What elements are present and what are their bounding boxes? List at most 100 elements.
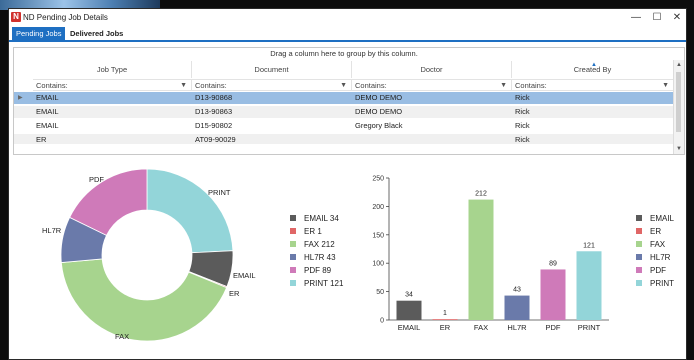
legend-swatch [290, 267, 296, 273]
legend-item-fax[interactable]: FAX 212 [290, 239, 343, 252]
group-panel-hint[interactable]: Drag a column here to group by this colu… [14, 48, 674, 60]
legend-label: PDF 89 [304, 266, 332, 275]
y-tick-label: 100 [372, 261, 384, 268]
cell-doctor: DEMO DEMO [355, 93, 403, 102]
table-row[interactable]: ▶ EMAIL D13-90868 DEMO DEMO Rick [14, 92, 674, 104]
legend-swatch [636, 241, 642, 247]
bar-value-label: 43 [513, 287, 521, 294]
cell-job-type: ER [36, 135, 47, 144]
cell-doctor [352, 134, 512, 144]
cell-created-by: Rick [515, 93, 530, 102]
donut-label-print: PRINT [208, 188, 231, 197]
tab-delivered-jobs[interactable]: Delivered Jobs [66, 27, 127, 40]
legend-item-fax[interactable]: FAX [636, 239, 674, 252]
maximize-button[interactable]: ☐ [646, 11, 668, 25]
legend-item-er[interactable]: ER [636, 226, 674, 239]
y-tick-label: 250 [372, 176, 384, 183]
donut-slice-print[interactable] [146, 168, 234, 254]
legend-swatch [636, 215, 642, 221]
bar-pdf[interactable] [540, 269, 566, 320]
funnel-icon[interactable]: ▼ [340, 80, 347, 92]
legend-label: HL7R 43 [304, 253, 336, 262]
filter-created-by[interactable]: Contains: ▼ [512, 79, 674, 91]
legend-label: HL7R [650, 253, 671, 262]
donut-label-email: EMAIL [233, 271, 256, 280]
legend-item-pdf[interactable]: PDF [636, 265, 674, 278]
legend-item-email[interactable]: EMAIL 34 [290, 213, 343, 226]
column-header-document[interactable]: Document [192, 61, 352, 78]
legend-label: ER 1 [304, 227, 322, 236]
column-header-job-type[interactable]: Job Type [33, 61, 192, 78]
funnel-icon[interactable]: ▼ [180, 80, 187, 92]
table-row[interactable]: EMAIL D15-90802 Gregory Black Rick [14, 120, 674, 132]
legend-label: FAX 212 [304, 240, 335, 249]
legend-item-pdf[interactable]: PDF 89 [290, 265, 343, 278]
table-row[interactable]: ER AT09-90029 Rick [14, 134, 674, 144]
legend-swatch [290, 241, 296, 247]
cell-document: D13-90863 [195, 107, 233, 116]
scroll-up-icon[interactable]: ▲ [674, 60, 684, 70]
legend-swatch [290, 280, 296, 286]
legend-swatch [636, 267, 642, 273]
legend-swatch [290, 228, 296, 234]
x-tick-label: ER [440, 323, 451, 332]
legend-item-hl7r[interactable]: HL7R 43 [290, 252, 343, 265]
funnel-icon[interactable]: ▼ [662, 80, 669, 92]
cell-document: AT09-90029 [195, 135, 236, 144]
legend-item-er[interactable]: ER 1 [290, 226, 343, 239]
legend-label: ER [650, 227, 662, 236]
scrollbar-thumb[interactable] [676, 72, 681, 132]
legend-swatch [290, 254, 296, 260]
window-title: ND Pending Job Details [23, 13, 108, 22]
legend-item-print[interactable]: PRINT 121 [290, 278, 343, 291]
x-tick-label: FAX [474, 323, 488, 332]
filter-document[interactable]: Contains: ▼ [192, 79, 352, 91]
funnel-icon[interactable]: ▼ [500, 80, 507, 92]
legend-label: FAX [650, 240, 666, 249]
bar-value-label: 212 [475, 191, 487, 198]
bar-email[interactable] [396, 300, 422, 320]
filter-job-type[interactable]: Contains: ▼ [33, 79, 192, 91]
donut-label-er: ER [229, 289, 240, 298]
bar-hl7r[interactable] [504, 295, 530, 320]
filter-label: Contains: [195, 81, 227, 90]
cell-created-by: Rick [515, 121, 530, 130]
bar-value-label: 1 [443, 310, 447, 317]
bar-print[interactable] [576, 251, 602, 320]
legend-swatch [636, 254, 642, 260]
vertical-scrollbar[interactable]: ▲ ▼ [673, 60, 684, 154]
bar-value-label: 34 [405, 292, 413, 299]
cell-doctor: Gregory Black [355, 121, 403, 130]
x-tick-label: HL7R [507, 323, 527, 332]
bar-chart: 0 50 100 150 200 250 34 EMAIL 1 ER 212 FAX 43 HL7R 89 P… [372, 176, 609, 332]
table-row[interactable]: EMAIL D13-90863 DEMO DEMO Rick [14, 106, 674, 118]
close-button[interactable]: ✕ [666, 11, 688, 25]
cell-job-type: EMAIL [36, 93, 59, 102]
scroll-down-icon[interactable]: ▼ [674, 144, 684, 154]
sort-ascending-icon: ▲ [591, 62, 597, 68]
tab-pending-jobs[interactable]: Pending Jobs [12, 27, 66, 40]
legend-label: PRINT 121 [304, 279, 344, 288]
title-bar: N ND Pending Job Details — ☐ ✕ [9, 9, 686, 27]
minimize-button[interactable]: — [625, 11, 647, 25]
cell-job-type: EMAIL [36, 107, 59, 116]
current-row-icon: ▶ [18, 95, 23, 101]
filter-label: Contains: [355, 81, 387, 90]
donut-label-fax: FAX [115, 332, 129, 341]
column-header-doctor[interactable]: Doctor [352, 61, 512, 78]
bar-er[interactable] [432, 319, 458, 320]
legend-swatch [636, 228, 642, 234]
legend-item-hl7r[interactable]: HL7R [636, 252, 674, 265]
app-logo-icon: N [11, 12, 21, 22]
y-tick-label: 200 [372, 204, 384, 211]
legend-item-email[interactable]: EMAIL [636, 213, 674, 226]
x-tick-label: PRINT [578, 323, 601, 332]
bar-fax[interactable] [468, 199, 494, 320]
legend-item-print[interactable]: PRINT [636, 278, 674, 291]
legend-label: EMAIL [650, 214, 675, 223]
donut-label-pdf: PDF [89, 175, 104, 184]
filter-doctor[interactable]: Contains: ▼ [352, 79, 512, 91]
bar-value-label: 89 [549, 260, 557, 267]
bar-legend: EMAIL ER FAX HL7R PDF PRINT [636, 213, 674, 291]
bar-value-label: 121 [583, 242, 595, 249]
